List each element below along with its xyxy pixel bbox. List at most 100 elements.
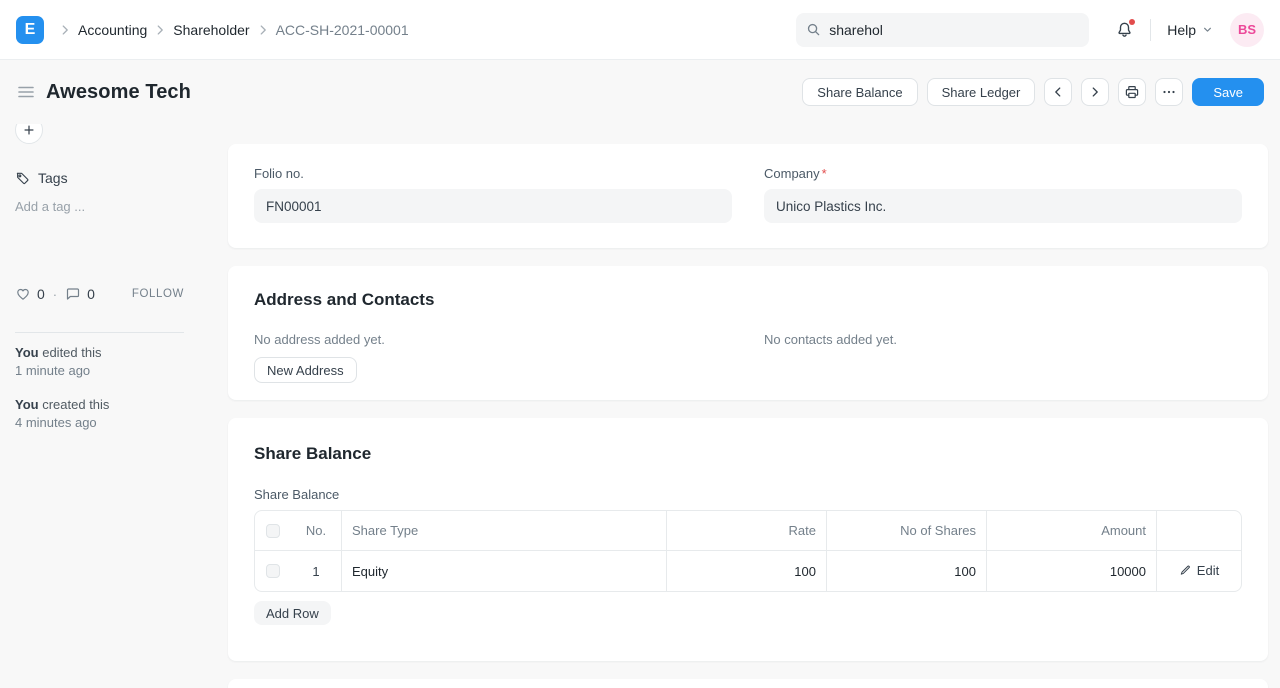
navbar-divider <box>1150 19 1151 41</box>
pencil-icon <box>1179 564 1192 577</box>
timeline-timestamp: 1 minute ago <box>15 362 184 379</box>
ellipsis-icon <box>1161 84 1177 100</box>
timeline-user: You <box>15 397 39 412</box>
notification-dot <box>1129 19 1135 25</box>
column-header-share-type: Share Type <box>341 511 666 551</box>
add-row-button[interactable]: Add Row <box>254 601 331 625</box>
add-tag-input[interactable]: Add a tag ... <box>15 199 184 214</box>
comment-icon[interactable] <box>65 286 81 302</box>
amount-cell[interactable]: 10000 <box>986 551 1156 591</box>
printer-icon <box>1124 84 1140 100</box>
page-actions: Share Balance Share Ledger <box>802 78 1264 106</box>
no-address-text: No address added yet. <box>254 332 732 347</box>
company-label-text: Company <box>764 166 820 181</box>
hamburger-icon <box>16 82 36 102</box>
share-balance-table: No. Share Type Rate No of Shares Amount … <box>254 510 1242 592</box>
previous-document-button[interactable] <box>1044 78 1072 106</box>
edit-label: Edit <box>1197 563 1219 578</box>
column-header-no-of-shares: No of Shares <box>826 511 986 551</box>
folio-field: Folio no. <box>254 166 732 223</box>
help-label: Help <box>1167 22 1196 38</box>
column-header-no: No. <box>291 511 341 551</box>
page-header: Awesome Tech Share Balance Share Ledger <box>0 60 1280 124</box>
sidebar-divider <box>15 332 184 333</box>
navbar-right: Help BS <box>796 13 1264 47</box>
company-input[interactable] <box>764 189 1242 223</box>
rate-cell[interactable]: 100 <box>666 551 826 591</box>
share-balance-table-label: Share Balance <box>254 487 1242 502</box>
follow-button[interactable]: FOLLOW <box>132 288 184 300</box>
tags-section-header: Tags <box>15 170 184 186</box>
search-input[interactable] <box>829 22 1079 38</box>
save-button[interactable]: Save <box>1192 78 1264 106</box>
chevron-right-icon <box>1088 85 1102 99</box>
folio-input[interactable] <box>254 189 732 223</box>
chevron-right-icon <box>256 23 270 37</box>
details-card: Folio no. Company* <box>228 144 1268 248</box>
top-navbar: E Accounting Shareholder ACC-SH-2021-000… <box>0 0 1280 60</box>
row-number: 1 <box>291 551 341 591</box>
column-header-rate: Rate <box>666 511 826 551</box>
breadcrumb-accounting[interactable]: Accounting <box>78 22 147 38</box>
separator-dot: · <box>53 287 57 302</box>
chevron-left-icon <box>1051 85 1065 99</box>
global-search[interactable] <box>796 13 1089 47</box>
tag-icon <box>15 171 30 186</box>
sidebar-toggle-button[interactable] <box>16 82 36 102</box>
user-avatar[interactable]: BS <box>1230 13 1264 47</box>
share-balance-button[interactable]: Share Balance <box>802 78 917 106</box>
share-balance-title: Share Balance <box>254 444 1242 464</box>
address-contacts-card: Address and Contacts No address added ye… <box>228 266 1268 400</box>
edit-row-button[interactable]: Edit <box>1179 563 1219 578</box>
share-balance-card: Share Balance Share Balance No. Share Ty… <box>228 418 1268 661</box>
share-ledger-button[interactable]: Share Ledger <box>927 78 1036 106</box>
contacts-column: No contacts added yet. <box>764 310 1242 383</box>
column-header-amount: Amount <box>986 511 1156 551</box>
menu-dots-button[interactable] <box>1155 78 1183 106</box>
timeline-timestamp: 4 minutes ago <box>15 414 184 431</box>
company-field: Company* <box>764 166 1242 223</box>
likes-count[interactable]: 0 <box>37 286 45 302</box>
social-row: 0 · 0 FOLLOW <box>15 286 184 302</box>
address-column: No address added yet. New Address <box>254 310 732 383</box>
print-button[interactable] <box>1118 78 1146 106</box>
address-contacts-title: Address and Contacts <box>254 290 1242 310</box>
chevron-down-icon <box>1201 23 1214 36</box>
heart-icon[interactable] <box>15 286 31 302</box>
timeline-entry: You created this 4 minutes ago <box>15 396 184 431</box>
new-address-button[interactable]: New Address <box>254 357 357 383</box>
help-menu[interactable]: Help <box>1167 22 1214 38</box>
timeline-action: edited this <box>42 345 101 360</box>
breadcrumb-shareholder[interactable]: Shareholder <box>173 22 249 38</box>
next-section-card <box>228 679 1268 688</box>
timeline-user: You <box>15 345 39 360</box>
required-asterisk: * <box>822 166 827 181</box>
no-of-shares-cell[interactable]: 100 <box>826 551 986 591</box>
notifications-button[interactable] <box>1115 20 1134 39</box>
chevron-right-icon <box>58 23 72 37</box>
chevron-right-icon <box>153 23 167 37</box>
select-all-checkbox[interactable] <box>266 524 280 538</box>
column-header-actions <box>1156 511 1241 551</box>
timeline-entry: You edited this 1 minute ago <box>15 344 184 379</box>
page-title: Awesome Tech <box>46 81 191 104</box>
breadcrumb: Accounting Shareholder ACC-SH-2021-00001 <box>58 22 409 38</box>
folio-label: Folio no. <box>254 166 732 181</box>
no-contacts-text: No contacts added yet. <box>764 332 1242 347</box>
document-sidebar: Tags Add a tag ... 0 · 0 FOLLOW <box>0 124 228 431</box>
content-layout: Tags Add a tag ... 0 · 0 FOLLOW <box>0 124 1280 688</box>
share-type-cell[interactable]: Equity <box>341 551 666 591</box>
app-logo[interactable]: E <box>16 16 44 44</box>
plus-icon <box>22 123 36 137</box>
form-body: Folio no. Company* Address and Contacts … <box>228 124 1268 688</box>
table-row: 1 Equity 100 100 10000 Edit <box>255 551 1241 591</box>
breadcrumb-current-doc: ACC-SH-2021-00001 <box>276 22 409 38</box>
search-icon <box>806 22 821 37</box>
next-document-button[interactable] <box>1081 78 1109 106</box>
row-checkbox[interactable] <box>266 564 280 578</box>
company-label: Company* <box>764 166 1242 181</box>
comments-count[interactable]: 0 <box>87 286 95 302</box>
table-header-row: No. Share Type Rate No of Shares Amount <box>255 511 1241 551</box>
tags-label: Tags <box>38 170 68 186</box>
timeline-action: created this <box>42 397 109 412</box>
